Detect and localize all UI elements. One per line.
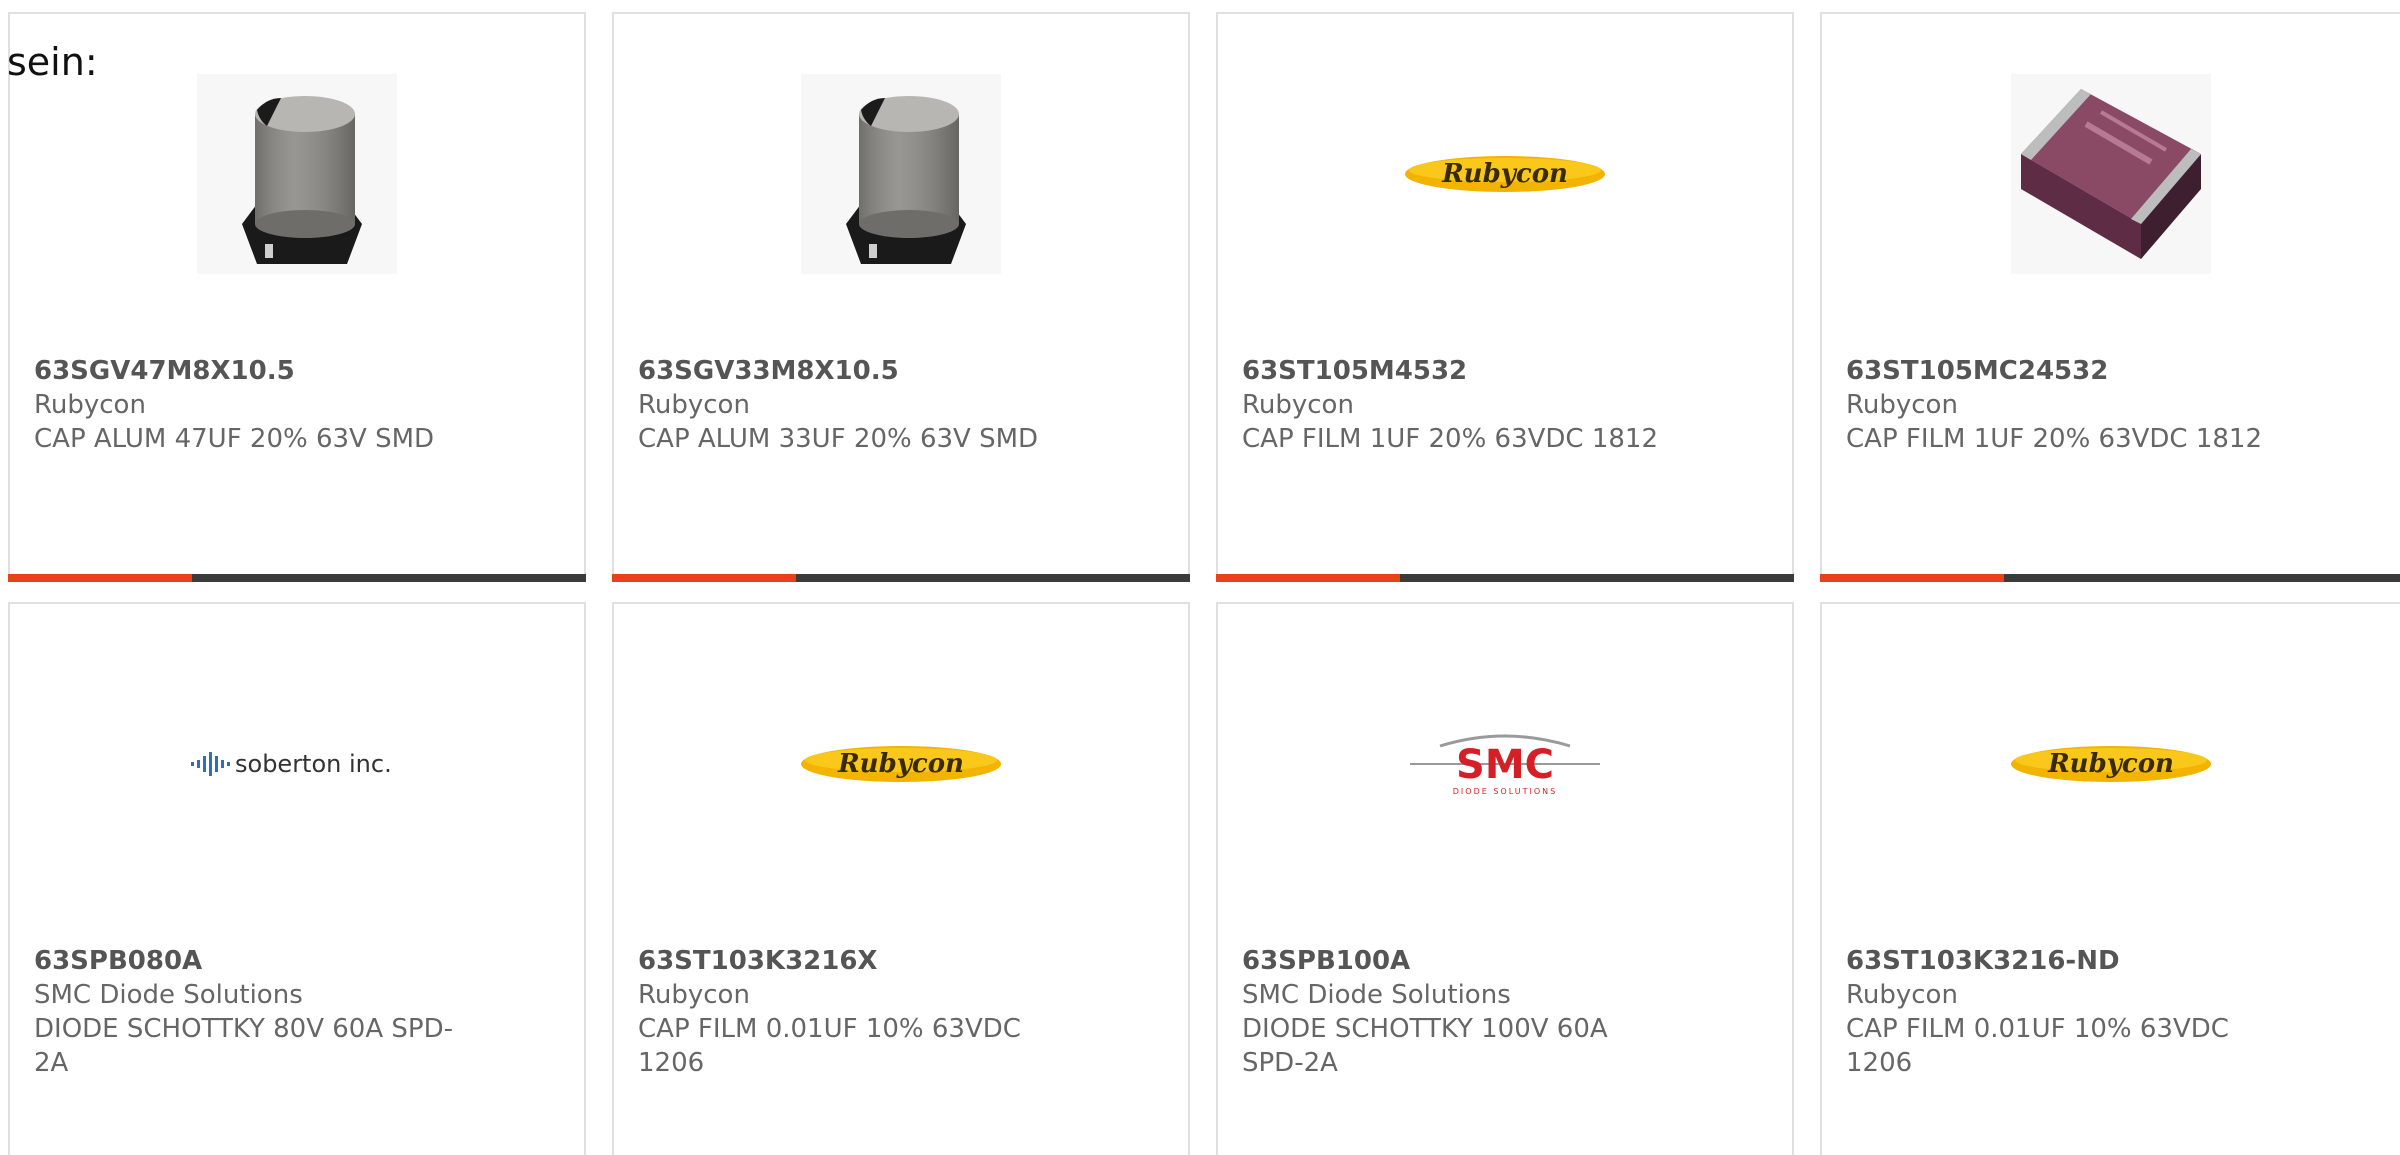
svg-text:Rubycon: Rubycon (1441, 159, 1568, 189)
manufacturer: Rubycon (34, 390, 146, 420)
description: CAP FILM 0.01UF 10% 63VDC 1206 (638, 1014, 1021, 1078)
product-info: 63ST105MC24532 Rubycon CAP FILM 1UF 20% … (1846, 354, 2276, 456)
soberton-logo: soberton inc. (191, 750, 392, 778)
manufacturer: SMC Diode Solutions (34, 980, 303, 1010)
svg-text:SMC: SMC (1456, 742, 1554, 788)
manufacturer: SMC Diode Solutions (1242, 980, 1511, 1010)
product-info: 63SPB100A SMC Diode Solutions DIODE SCHO… (1242, 944, 1672, 1080)
card-footer-bar (8, 574, 586, 582)
product-image (1822, 74, 2400, 274)
product-info: 63ST103K3216X Rubycon CAP FILM 0.01UF 10… (638, 944, 1068, 1080)
description: CAP FILM 1UF 20% 63VDC 1812 (1846, 424, 2263, 454)
aluminum-capacitor-image (801, 74, 1001, 274)
rubycon-logo: Rubycon (801, 746, 1001, 782)
product-image: Rubycon (1822, 664, 2400, 864)
product-card[interactable]: 63SGV47M8X10.5 Rubycon CAP ALUM 47UF 20%… (8, 12, 586, 582)
intro-text: sein: (7, 40, 98, 84)
product-info: 63SPB080A SMC Diode Solutions DIODE SCHO… (34, 944, 464, 1080)
rubycon-logo: Rubycon (1405, 156, 1605, 192)
product-info: 63ST105M4532 Rubycon CAP FILM 1UF 20% 63… (1242, 354, 1672, 456)
card-footer-bar (1820, 574, 2400, 582)
part-number[interactable]: 63SPB100A (1242, 944, 1672, 978)
product-image: SMC DIODE SOLUTIONS (1218, 664, 1792, 864)
manufacturer: Rubycon (638, 390, 750, 420)
product-image (10, 74, 584, 274)
smc-logo: SMC DIODE SOLUTIONS (1410, 734, 1600, 796)
aluminum-capacitor-image (197, 74, 397, 274)
part-number[interactable]: 63ST103K3216X (638, 944, 1068, 978)
part-number[interactable]: 63ST105MC24532 (1846, 354, 2276, 388)
manufacturer: Rubycon (1846, 390, 1958, 420)
svg-text:Rubycon: Rubycon (2047, 749, 2174, 779)
manufacturer: Rubycon (1242, 390, 1354, 420)
product-card[interactable]: Rubycon 63ST105M4532 Rubycon CAP FILM 1U… (1216, 12, 1794, 582)
card-footer-bar (1216, 574, 1794, 582)
part-number[interactable]: 63ST103K3216-ND (1846, 944, 2276, 978)
product-card[interactable]: SMC DIODE SOLUTIONS 63SPB100A SMC Diode … (1216, 602, 1794, 1155)
product-card[interactable]: Rubycon 63ST103K3216-ND Rubycon CAP FILM… (1820, 602, 2400, 1155)
card-accent-bar (8, 574, 192, 582)
card-footer-bar (612, 574, 1190, 582)
product-image: Rubycon (1218, 74, 1792, 274)
part-number[interactable]: 63SPB080A (34, 944, 464, 978)
product-info: 63ST103K3216-ND Rubycon CAP FILM 0.01UF … (1846, 944, 2276, 1080)
card-accent-bar (612, 574, 796, 582)
product-info: 63SGV47M8X10.5 Rubycon CAP ALUM 47UF 20%… (34, 354, 464, 456)
product-info: 63SGV33M8X10.5 Rubycon CAP ALUM 33UF 20%… (638, 354, 1068, 456)
svg-text:DIODE SOLUTIONS: DIODE SOLUTIONS (1453, 787, 1557, 796)
film-capacitor-image (2011, 74, 2211, 274)
part-number[interactable]: 63SGV47M8X10.5 (34, 354, 464, 388)
rubycon-logo: Rubycon (2011, 746, 2211, 782)
description: CAP ALUM 33UF 20% 63V SMD (638, 424, 1039, 454)
description: DIODE SCHOTTKY 100V 60A SPD-2A (1242, 1014, 1608, 1078)
svg-text:soberton inc.: soberton inc. (235, 750, 392, 778)
description: CAP FILM 0.01UF 10% 63VDC 1206 (1846, 1014, 2229, 1078)
manufacturer: Rubycon (1846, 980, 1958, 1010)
description: CAP FILM 1UF 20% 63VDC 1812 (1242, 424, 1659, 454)
part-number[interactable]: 63SGV33M8X10.5 (638, 354, 1068, 388)
svg-text:Rubycon: Rubycon (837, 749, 964, 779)
product-image: Rubycon (614, 664, 1188, 864)
card-accent-bar (1216, 574, 1400, 582)
product-image (614, 74, 1188, 274)
product-card[interactable]: 63SGV33M8X10.5 Rubycon CAP ALUM 33UF 20%… (612, 12, 1190, 582)
product-grid-page: sein: 63SGV47M8X10.5 Rubycon CAP ALUM 47… (0, 0, 2400, 1155)
product-card[interactable]: 63ST105MC24532 Rubycon CAP FILM 1UF 20% … (1820, 12, 2400, 582)
product-image: soberton inc. (10, 664, 584, 864)
product-card[interactable]: soberton inc. 63SPB080A SMC Diode Soluti… (8, 602, 586, 1155)
manufacturer: Rubycon (638, 980, 750, 1010)
description: CAP ALUM 47UF 20% 63V SMD (34, 424, 435, 454)
part-number[interactable]: 63ST105M4532 (1242, 354, 1672, 388)
product-card[interactable]: Rubycon 63ST103K3216X Rubycon CAP FILM 0… (612, 602, 1190, 1155)
description: DIODE SCHOTTKY 80V 60A SPD-2A (34, 1014, 453, 1078)
card-accent-bar (1820, 574, 2004, 582)
